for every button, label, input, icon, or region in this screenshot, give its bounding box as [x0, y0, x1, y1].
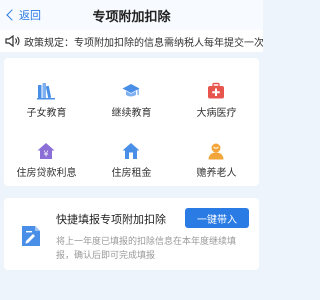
notice-text: 政策规定：专项附加扣除的信息需纳税人每年提交一次 [24, 37, 263, 49]
category-continuing-education[interactable]: 继续教育 [89, 62, 174, 122]
category-label: 子女教育 [26, 108, 67, 119]
svg-text:¥: ¥ [43, 150, 48, 159]
category-elderly-support[interactable]: 赡养老人 [174, 122, 259, 182]
graduation-cap-icon [122, 84, 140, 97]
category-housing-loan-interest[interactable]: ¥ 住房贷款利息 [4, 122, 89, 182]
category-label: 赡养老人 [196, 168, 237, 179]
speaker-icon [5, 35, 20, 47]
house-rent-icon [122, 143, 140, 159]
category-label: 住房贷款利息 [16, 168, 77, 179]
quick-fill-title: 快捷填报专项附加扣除 [56, 213, 166, 226]
page-title: 专项附加扣除 [92, 10, 171, 25]
category-serious-illness[interactable]: 大病医疗 [174, 62, 259, 122]
elderly-support-icon [208, 143, 224, 160]
category-label: 住房租金 [111, 168, 152, 179]
children-education-icon [37, 83, 55, 100]
quick-fill-icon [22, 226, 40, 246]
category-label: 继续教育 [111, 108, 152, 119]
category-housing-rent[interactable]: 住房租金 [89, 122, 174, 182]
deduction-categories: 子女教育 继续教育 大病医疗 ¥ 住房贷款利息 住房租金 赡养老人 [4, 58, 259, 186]
nav-bar: 返回 专项附加扣除 [0, 0, 263, 30]
medical-kit-icon [208, 82, 224, 99]
quick-fill-description: 将上一年度已填报的扣除信息在本年度继续填报，确认后即可完成填报 [56, 237, 237, 261]
one-click-import-button[interactable]: 一键带入 [185, 208, 249, 228]
category-children-education[interactable]: 子女教育 [4, 62, 89, 122]
house-loan-icon: ¥ [37, 143, 55, 159]
policy-notice: 政策规定：专项附加扣除的信息需纳税人每年提交一次 [0, 30, 263, 52]
quick-fill-card: 快捷填报专项附加扣除 一键带入 将上一年度已填报的扣除信息在本年度继续填报，确认… [4, 198, 259, 270]
category-label: 大病医疗 [196, 108, 237, 119]
